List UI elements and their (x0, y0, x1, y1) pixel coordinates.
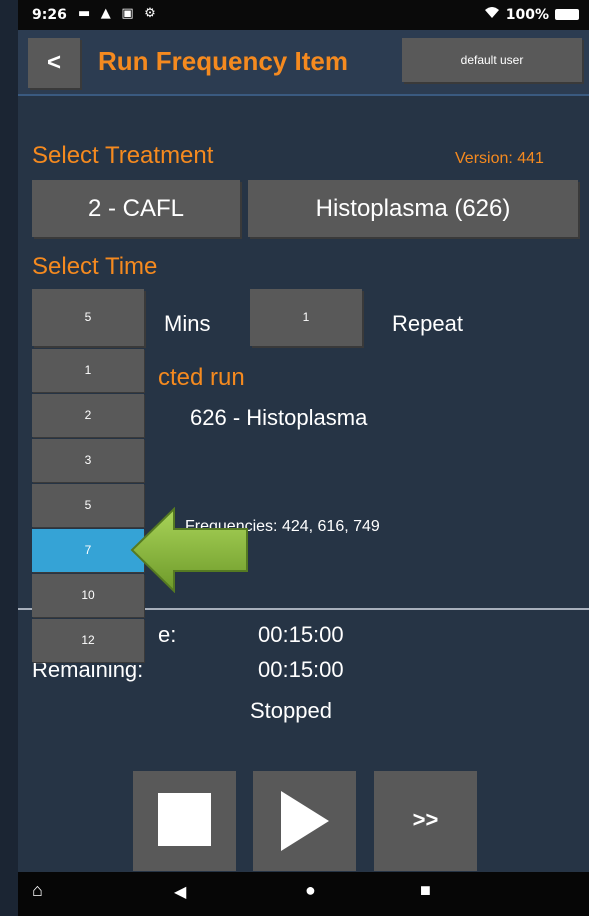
status-bar: 9:26 ▬ ▲ ▣ ⚙ 100% (18, 0, 589, 30)
stop-button[interactable] (133, 771, 236, 871)
dropdown-option[interactable]: 10 (32, 574, 144, 617)
play-button[interactable] (253, 771, 356, 871)
battery-icon (555, 9, 579, 20)
total-time-value: 00:15:00 (258, 622, 344, 647)
user-button[interactable]: default user (402, 38, 582, 82)
dropdown-option[interactable]: 3 (32, 439, 144, 482)
treatment-select-button[interactable]: 2 - CAFL (32, 180, 240, 237)
repeat-label: Repeat (392, 311, 463, 336)
arrow-left-icon (130, 507, 248, 593)
nav-recents-icon[interactable]: ■ (420, 880, 431, 901)
minutes-select-button[interactable]: 5 (32, 289, 144, 346)
app-header: < Run Frequency Item default user (18, 30, 589, 96)
total-time-label-text: e: (158, 622, 177, 647)
stop-icon (158, 793, 211, 846)
skip-label: >> (412, 807, 439, 832)
dropdown-option[interactable]: 12 (32, 619, 144, 662)
skip-button[interactable]: >> (374, 771, 477, 871)
nav-home-icon[interactable]: ● (305, 880, 316, 901)
notification-icons: ▬ ▲ ▣ ⚙ (78, 6, 159, 21)
run-status: Stopped (250, 698, 332, 723)
outer-frame: 9:26 ▬ ▲ ▣ ⚙ 100% < Run Frequency Item d… (0, 0, 589, 916)
system-nav-bar: ⌂ ◀ ● ■ (18, 872, 589, 916)
remaining-value: 00:15:00 (258, 657, 344, 682)
wifi-icon (484, 6, 500, 23)
select-time-label: Select Time (32, 253, 158, 280)
version-label: Version: 441 (455, 150, 544, 167)
selected-run-name: 626 - Histoplasma (190, 405, 368, 430)
dropdown-option[interactable]: 1 (32, 349, 144, 392)
play-icon (281, 791, 329, 851)
nav-back-icon[interactable]: ◀ (174, 882, 186, 902)
status-time: 9:26 (32, 7, 67, 23)
back-button[interactable]: < (28, 38, 80, 88)
dropdown-option[interactable]: 2 (32, 394, 144, 437)
mins-label: Mins (164, 311, 211, 336)
app-screen: 9:26 ▬ ▲ ▣ ⚙ 100% < Run Frequency Item d… (18, 0, 589, 916)
minutes-dropdown-list: 1 2 3 5 7 10 12 (32, 349, 144, 664)
battery-percent: 100% (505, 6, 549, 23)
selected-run-label-text: cted run (158, 364, 245, 391)
dropdown-option[interactable]: 5 (32, 484, 144, 527)
home-app-icon[interactable]: ⌂ (32, 880, 43, 901)
repeat-select-button[interactable]: 1 (250, 289, 362, 346)
status-right: 100% (484, 6, 579, 23)
page-title: Run Frequency Item (98, 46, 348, 76)
select-treatment-label: Select Treatment (32, 142, 214, 169)
item-select-button[interactable]: Histoplasma (626) (248, 180, 578, 237)
dropdown-option[interactable]: 7 (32, 529, 144, 572)
